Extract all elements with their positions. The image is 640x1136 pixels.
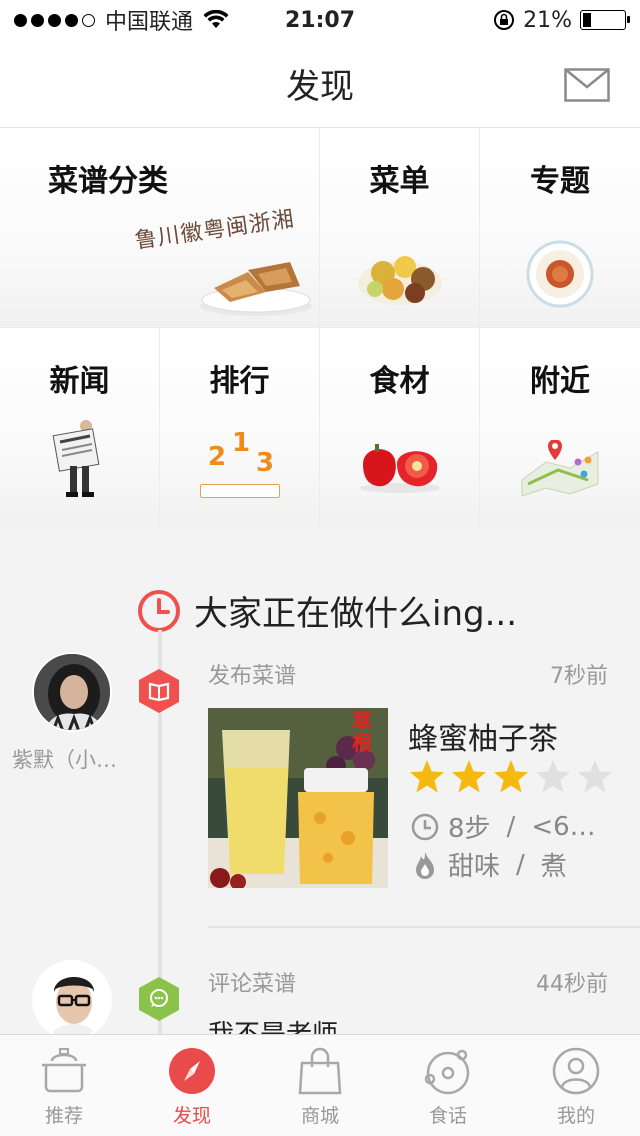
avatar[interactable] — [32, 960, 112, 1034]
tab-mall[interactable]: 商城 — [256, 1035, 384, 1136]
clock-small-icon — [411, 813, 439, 840]
separator: / — [506, 811, 516, 842]
tile-ingredients[interactable]: 食材 — [320, 328, 479, 528]
user-photo — [34, 962, 110, 1034]
star-filled-icon — [494, 760, 528, 793]
star-filled-icon — [452, 760, 486, 793]
tab-label: 商城 — [300, 1105, 339, 1127]
carrier-name: 中国联通 — [105, 10, 194, 35]
tile-label: 新闻 — [49, 364, 110, 399]
recipe-steps-meta: 8步 / <6… — [410, 808, 596, 845]
username[interactable]: 紫默（小… — [12, 744, 142, 774]
activity-type: 评论菜谱 — [208, 972, 297, 997]
cuisine-category-image — [200, 262, 312, 316]
separator: / — [516, 849, 525, 880]
wifi-icon — [203, 10, 229, 28]
activity-time: 44秒前 — [536, 972, 608, 997]
mail-icon — [564, 68, 610, 102]
pot-icon — [42, 1048, 86, 1093]
tile-label: 附近 — [530, 364, 590, 399]
ranking-podium-image: 2 1 3 — [200, 428, 280, 498]
avatar[interactable] — [32, 652, 112, 732]
star-filled-icon — [410, 760, 444, 793]
tab-label: 推荐 — [44, 1105, 83, 1127]
activity-feed: 大家正在做什么ing... 紫默（小… 发布菜谱 7秒前 草根 蜂蜜柚子茶 8步… — [0, 528, 640, 1034]
map-pins-image — [521, 440, 599, 496]
tile-nearby[interactable]: 附近 — [480, 328, 640, 528]
clock-icon — [138, 589, 180, 632]
chat-icon — [139, 977, 179, 1021]
tab-label: 发现 — [172, 1105, 211, 1127]
discover-grid: 菜谱分类 鲁川徽粤闽浙湘 菜单 专题 新闻 排行 2 1 3 食材 附近 — [0, 128, 640, 528]
book-icon — [139, 669, 179, 713]
publish-badge — [138, 668, 180, 714]
tab-recommend[interactable]: 推荐 — [0, 1035, 128, 1136]
star-empty-icon — [578, 760, 612, 793]
image-watermark: 草根 — [352, 709, 372, 755]
recipe-taste-meta: 甜味 / 煮 — [410, 846, 567, 883]
tile-recipe-category[interactable]: 菜谱分类 鲁川徽粤闽浙湘 — [0, 128, 319, 327]
podium-number: 3 — [256, 448, 275, 478]
recipe-taste: 甜味 — [448, 852, 501, 882]
menu-dishes-image — [357, 256, 442, 305]
tile-topic[interactable]: 专题 — [480, 128, 640, 327]
tile-label: 排行 — [209, 364, 270, 399]
compass-icon — [169, 1048, 215, 1094]
feed-title: 大家正在做什么ing... — [194, 594, 517, 634]
recipe-method: 煮 — [540, 852, 567, 882]
tab-food-talk[interactable]: 食话 — [384, 1035, 512, 1136]
mail-button[interactable] — [564, 68, 610, 102]
tile-news[interactable]: 新闻 — [0, 328, 159, 528]
tab-label: 食话 — [428, 1105, 467, 1127]
status-bar: 中国联通 21:07 21% — [0, 0, 640, 40]
page-title: 发现 — [286, 67, 354, 107]
recipe-steps: 8步 — [448, 814, 491, 844]
shopping-bag-icon — [298, 1047, 342, 1095]
recipe-name[interactable]: 蜂蜜柚子茶 — [408, 714, 558, 758]
tab-bar: 推荐 发现 商城 食话 我的 — [0, 1034, 640, 1136]
activity-type: 发布菜谱 — [208, 664, 297, 689]
comment-badge — [138, 976, 180, 1022]
star-empty-icon — [536, 760, 570, 793]
item-divider — [208, 926, 640, 928]
rotation-lock-icon — [494, 10, 515, 30]
user-icon — [552, 1047, 600, 1095]
tile-label: 专题 — [530, 164, 590, 199]
tile-label: 菜单 — [369, 164, 430, 199]
podium-number: 1 — [232, 428, 251, 458]
comment-text[interactable]: 我不是老师 — [208, 1014, 338, 1034]
battery-percent: 21% — [523, 7, 572, 33]
tile-ranking[interactable]: 排行 2 1 3 — [160, 328, 319, 528]
newspaper-man-image — [52, 420, 99, 497]
tile-menu[interactable]: 菜单 — [320, 128, 479, 327]
tab-label: 我的 — [556, 1105, 595, 1127]
tile-label: 菜谱分类 — [48, 164, 168, 199]
navigation-bar: 发现 — [0, 40, 640, 128]
topic-plate-image — [526, 240, 594, 308]
user-photo — [34, 654, 110, 730]
planet-icon — [424, 1049, 470, 1095]
feed-header: 大家正在做什么ing... — [136, 586, 517, 635]
flame-icon — [416, 851, 434, 879]
battery-icon — [580, 10, 630, 30]
activity-time: 7秒前 — [550, 664, 608, 689]
peppers-image — [359, 444, 440, 493]
recipe-image[interactable]: 草根 — [208, 708, 388, 888]
tab-mine[interactable]: 我的 — [512, 1035, 640, 1136]
tab-discover[interactable]: 发现 — [128, 1035, 256, 1136]
recipe-duration: <6… — [531, 811, 596, 842]
signal-strength-icon — [14, 13, 95, 27]
rating-stars — [408, 758, 614, 796]
tile-label: 食材 — [369, 364, 430, 399]
podium-number: 2 — [208, 442, 227, 472]
